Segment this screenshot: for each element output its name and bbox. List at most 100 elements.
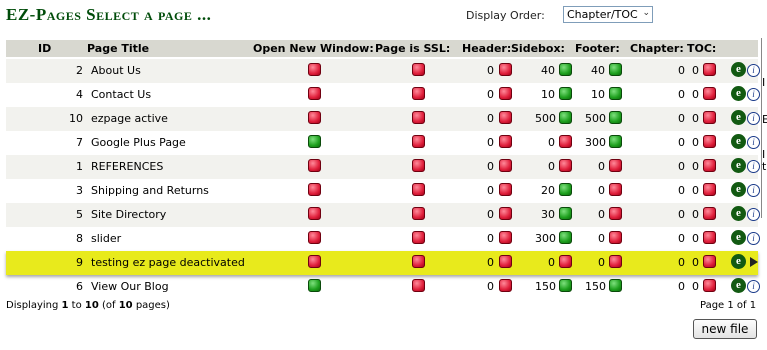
footer-toggle-icon[interactable] <box>609 159 622 172</box>
footer-sort-value: 10 <box>591 88 605 101</box>
table-row[interactable]: 5 Site Directory 0 30 0 0 0 e i <box>6 203 760 227</box>
toc-toggle-icon[interactable] <box>703 183 716 196</box>
toc-toggle-icon[interactable] <box>703 111 716 124</box>
edit-icon[interactable]: e <box>731 86 746 101</box>
table-row[interactable]: 3 Shipping and Returns 0 20 0 0 0 e i <box>6 179 760 203</box>
info-icon[interactable]: i <box>747 112 760 125</box>
new-window-toggle-icon[interactable] <box>308 87 321 100</box>
edit-icon[interactable]: e <box>731 254 746 269</box>
table-row[interactable]: 10 ezpage active 0 500 500 0 0 e i <box>6 107 760 131</box>
sidebox-toggle-icon[interactable] <box>559 111 572 124</box>
toc-toggle-icon[interactable] <box>703 87 716 100</box>
header-toggle-icon[interactable] <box>499 159 512 172</box>
edit-icon[interactable]: e <box>731 158 746 173</box>
new-window-toggle-icon[interactable] <box>308 207 321 220</box>
info-icon[interactable]: i <box>747 160 760 173</box>
toc-toggle-icon[interactable] <box>703 231 716 244</box>
toc-sort-value: 0 <box>692 160 699 173</box>
sidebox-toggle-icon[interactable] <box>559 135 572 148</box>
new-window-toggle-icon[interactable] <box>308 135 321 148</box>
new-window-toggle-icon[interactable] <box>308 279 321 292</box>
toc-toggle-icon[interactable] <box>703 63 716 76</box>
toc-toggle-icon[interactable] <box>703 135 716 148</box>
table-row[interactable]: 4 Contact Us 0 10 10 0 0 e i <box>6 83 760 107</box>
sidebox-toggle-icon[interactable] <box>559 255 572 268</box>
footer-toggle-icon[interactable] <box>609 231 622 244</box>
table-row[interactable]: 1 REFERENCES 0 0 0 0 0 e i <box>6 155 760 179</box>
footer-toggle-icon[interactable] <box>609 111 622 124</box>
header-toggle-icon[interactable] <box>499 207 512 220</box>
toc-toggle-icon[interactable] <box>703 255 716 268</box>
table-row[interactable]: 8 slider 0 300 0 0 0 e i <box>6 227 760 251</box>
ssl-toggle-icon[interactable] <box>412 159 425 172</box>
footer-toggle-icon[interactable] <box>609 63 622 76</box>
new-window-toggle-icon[interactable] <box>308 183 321 196</box>
sidebox-toggle-icon[interactable] <box>559 207 572 220</box>
ssl-toggle-icon[interactable] <box>412 87 425 100</box>
toc-toggle-icon[interactable] <box>703 159 716 172</box>
ssl-toggle-icon[interactable] <box>412 183 425 196</box>
row-id: 5 <box>76 208 83 221</box>
footer-toggle-icon[interactable] <box>609 255 622 268</box>
ssl-toggle-icon[interactable] <box>412 255 425 268</box>
header-toggle-icon[interactable] <box>499 231 512 244</box>
ssl-toggle-icon[interactable] <box>412 207 425 220</box>
new-window-toggle-icon[interactable] <box>308 63 321 76</box>
table-row[interactable]: 7 Google Plus Page 0 0 300 0 0 e i <box>6 131 760 155</box>
header-toggle-icon[interactable] <box>499 279 512 292</box>
edit-icon[interactable]: e <box>731 182 746 197</box>
footer-toggle-icon[interactable] <box>609 279 622 292</box>
header-toggle-icon[interactable] <box>499 87 512 100</box>
footer-toggle-icon[interactable] <box>609 183 622 196</box>
row-id: 10 <box>69 112 83 125</box>
new-window-toggle-icon[interactable] <box>308 159 321 172</box>
edit-icon[interactable]: e <box>731 230 746 245</box>
ssl-toggle-icon[interactable] <box>412 111 425 124</box>
new-window-toggle-icon[interactable] <box>308 255 321 268</box>
table-row[interactable]: 6 View Our Blog 0 150 150 0 0 e i <box>6 275 760 299</box>
new-window-toggle-icon[interactable] <box>308 111 321 124</box>
ssl-toggle-icon[interactable] <box>412 231 425 244</box>
header-toggle-icon[interactable] <box>499 183 512 196</box>
new-window-toggle-icon[interactable] <box>308 231 321 244</box>
edit-icon[interactable]: e <box>731 278 746 293</box>
info-icon[interactable]: i <box>747 208 760 221</box>
row-page-title: Site Directory <box>91 208 167 221</box>
header-toggle-icon[interactable] <box>499 255 512 268</box>
edit-icon[interactable]: e <box>731 62 746 77</box>
footer-toggle-icon[interactable] <box>609 135 622 148</box>
info-icon[interactable]: i <box>747 88 760 101</box>
table-row[interactable]: 2 About Us 0 40 40 0 0 e i <box>6 59 760 83</box>
toc-toggle-icon[interactable] <box>703 279 716 292</box>
header-toggle-icon[interactable] <box>499 63 512 76</box>
header-toggle-icon[interactable] <box>499 111 512 124</box>
info-icon[interactable]: i <box>747 232 760 245</box>
sidebox-toggle-icon[interactable] <box>559 183 572 196</box>
ssl-toggle-icon[interactable] <box>412 279 425 292</box>
info-icon[interactable]: i <box>747 280 760 293</box>
sidebox-toggle-icon[interactable] <box>559 279 572 292</box>
header-toggle-icon[interactable] <box>499 135 512 148</box>
col-toc: TOC: <box>687 42 717 55</box>
toc-toggle-icon[interactable] <box>703 207 716 220</box>
ssl-toggle-icon[interactable] <box>412 63 425 76</box>
table-row[interactable]: 9 testing ez page deactivated 0 0 0 0 0 e <box>6 251 758 275</box>
footer-toggle-icon[interactable] <box>609 87 622 100</box>
sidebox-toggle-icon[interactable] <box>559 231 572 244</box>
row-page-title: REFERENCES <box>91 160 164 173</box>
info-icon[interactable]: i <box>747 64 760 77</box>
display-order-select[interactable]: Chapter/TOC ⌄ <box>563 6 653 23</box>
sidebox-toggle-icon[interactable] <box>559 87 572 100</box>
sidebox-sort-value: 0 <box>548 160 555 173</box>
edit-icon[interactable]: e <box>731 110 746 125</box>
footer-toggle-icon[interactable] <box>609 207 622 220</box>
ssl-toggle-icon[interactable] <box>412 135 425 148</box>
edit-icon[interactable]: e <box>731 134 746 149</box>
sidebox-toggle-icon[interactable] <box>559 159 572 172</box>
sidebox-toggle-icon[interactable] <box>559 63 572 76</box>
info-icon[interactable]: i <box>747 136 760 149</box>
info-icon[interactable]: i <box>747 184 760 197</box>
row-page-title: Shipping and Returns <box>91 184 209 197</box>
new-file-button[interactable]: new file <box>693 319 757 339</box>
edit-icon[interactable]: e <box>731 206 746 221</box>
